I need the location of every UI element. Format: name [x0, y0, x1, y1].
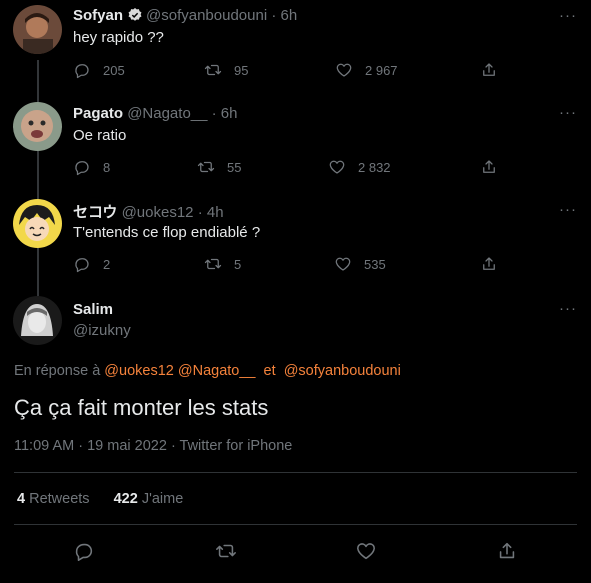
tweet-meta: 11:09 AM · 19 mai 2022 · Twitter for iPh…	[14, 438, 292, 454]
tweet-timestamp[interactable]: 11:09 AM	[14, 438, 74, 454]
share-icon	[499, 542, 515, 559]
retweet-count: 55	[227, 159, 242, 175]
display-name[interactable]: Salim	[73, 301, 113, 318]
avatar[interactable]	[13, 5, 62, 54]
user-handle[interactable]: @sofyanboudouni	[146, 7, 267, 24]
reply-count: 8	[103, 159, 111, 175]
retweet-button[interactable]	[215, 540, 237, 567]
heart-icon	[357, 543, 375, 560]
share-button[interactable]	[480, 61, 498, 79]
more-options-icon[interactable]: ···	[559, 7, 577, 24]
user-handle[interactable]: @uokes12	[122, 204, 194, 221]
tweet[interactable]: Sofyan @sofyanboudouni · 6h ··· hey rapid…	[0, 0, 591, 96]
display-name[interactable]: Sofyan	[73, 7, 123, 24]
share-icon	[483, 257, 495, 270]
share-icon	[483, 160, 495, 173]
tweet-time[interactable]: · 6h	[271, 7, 297, 24]
main-tweet-actions	[0, 540, 591, 562]
tweet-time[interactable]: · 6h	[212, 105, 238, 122]
tweet-text: T'entends ce flop endiablé ?	[73, 224, 261, 241]
like-button[interactable]: 2 967	[335, 61, 398, 79]
tweet-header: Pagato @Nagato__ · 6h	[73, 105, 238, 122]
more-options-icon[interactable]: ···	[559, 104, 577, 121]
like-label: J'aime	[141, 491, 184, 507]
reply-button[interactable]: 205	[73, 61, 125, 79]
engagement-stats: 4 Retweets 422 J'aime	[17, 491, 183, 507]
mention-link[interactable]: @Nagato__	[178, 363, 256, 379]
mention-link[interactable]: @uokes12	[104, 363, 174, 379]
retweet-button[interactable]: 5	[204, 255, 241, 273]
retweet-button[interactable]: 55	[197, 158, 241, 176]
tweet-header: セコウ @uokes12 · 4h	[73, 201, 224, 222]
mention-link[interactable]: @sofyanboudouni	[284, 363, 401, 379]
like-total: 422	[113, 491, 138, 507]
heart-icon	[336, 63, 352, 77]
like-count: 2 832	[358, 159, 391, 175]
tweet-actions: 205 95 2 967	[73, 61, 503, 81]
share-button[interactable]	[480, 158, 498, 176]
user-handle[interactable]: @Nagato__	[127, 105, 207, 122]
retweet-icon	[204, 64, 222, 76]
retweet-icon	[216, 544, 236, 558]
main-tweet-text: Ça ça fait monter les stats	[14, 395, 269, 420]
heart-icon	[335, 257, 351, 271]
main-author: Salim	[73, 301, 113, 318]
divider	[14, 472, 577, 473]
tweet[interactable]: Pagato @Nagato__ · 6h ··· Oe ratio 8 55 …	[0, 96, 591, 192]
reply-count: 205	[103, 62, 125, 78]
tweet-text: hey rapido ??	[73, 29, 164, 46]
verified-icon	[127, 7, 143, 27]
like-button[interactable]	[355, 540, 377, 567]
retweet-button[interactable]: 95	[204, 61, 248, 79]
tweet-source: · Twitter for iPhone	[170, 438, 293, 454]
retweet-count: 5	[234, 256, 242, 272]
tweet-date[interactable]: · 19 mai 2022	[78, 438, 167, 454]
reply-button[interactable]	[73, 540, 95, 567]
reply-context: En réponse à @uokes12 @Nagato__ et @sofy…	[14, 363, 401, 379]
display-name[interactable]: セコウ	[73, 204, 117, 221]
avatar[interactable]	[13, 296, 62, 345]
display-name[interactable]: Pagato	[73, 105, 123, 122]
like-button[interactable]: 2 832	[328, 158, 391, 176]
reply-icon	[75, 64, 89, 79]
retweet-icon	[197, 161, 215, 173]
share-icon	[483, 63, 495, 76]
reply-prefix: En réponse à	[14, 363, 101, 379]
user-handle[interactable]: @izukny	[73, 322, 131, 339]
retweet-label: Retweets	[29, 491, 90, 507]
reply-icon	[75, 161, 89, 176]
reply-button[interactable]: 8	[73, 158, 110, 176]
retweets-stat[interactable]: 4 Retweets	[17, 491, 90, 507]
tweet-actions: 2 5 535	[73, 255, 503, 275]
more-options-icon[interactable]: ···	[559, 201, 577, 218]
reply-icon	[75, 543, 93, 561]
divider	[14, 524, 577, 525]
reply-and: et	[263, 363, 276, 379]
tweet-time[interactable]: · 4h	[198, 204, 224, 221]
avatar[interactable]	[13, 102, 62, 151]
more-options-icon[interactable]: ···	[559, 300, 577, 317]
tweet[interactable]: セコウ @uokes12 · 4h ··· T'entends ce flop …	[0, 192, 591, 290]
main-handle-row: @izukny	[73, 322, 131, 339]
reply-button[interactable]: 2	[73, 255, 110, 273]
like-count: 535	[364, 256, 386, 272]
reply-count: 2	[103, 256, 111, 272]
like-count: 2 967	[365, 62, 398, 78]
avatar[interactable]	[13, 199, 62, 248]
reply-icon	[75, 258, 89, 273]
tweet-header: Sofyan @sofyanboudouni · 6h	[73, 7, 297, 27]
tweet-text: Oe ratio	[73, 127, 127, 144]
retweet-icon	[204, 258, 222, 270]
likes-stat[interactable]: 422 J'aime	[114, 491, 184, 507]
like-button[interactable]: 535	[334, 255, 386, 273]
share-button[interactable]	[496, 540, 518, 567]
retweet-total: 4	[17, 491, 26, 507]
heart-icon	[329, 160, 345, 174]
tweet-actions: 8 55 2 832	[73, 158, 503, 178]
main-tweet: Salim @izukny ···	[0, 290, 591, 370]
retweet-count: 95	[234, 62, 249, 78]
share-button[interactable]	[480, 255, 498, 273]
